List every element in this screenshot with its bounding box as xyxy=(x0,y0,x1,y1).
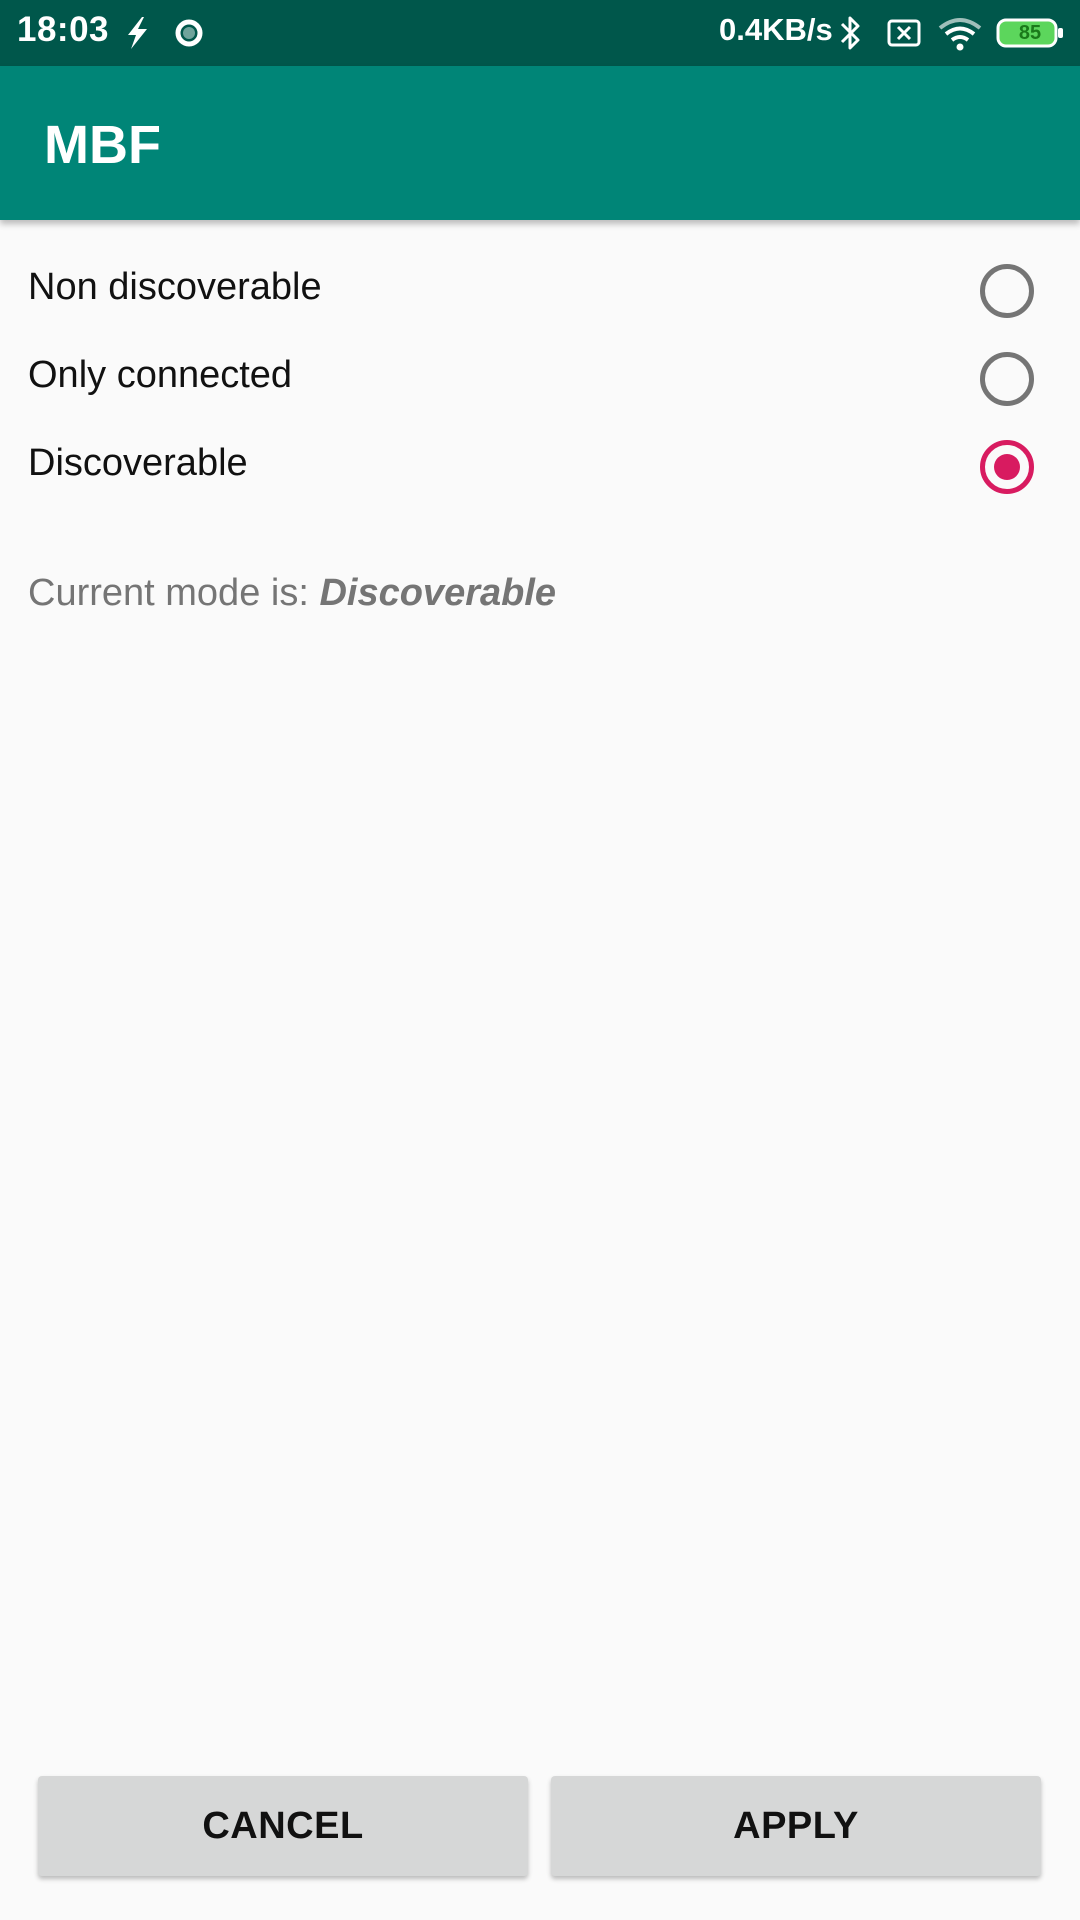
radio-button-checked[interactable] xyxy=(980,440,1034,494)
status-time: 18:03 xyxy=(17,10,110,49)
radio-button[interactable] xyxy=(980,264,1034,318)
option-label: Discoverable xyxy=(28,442,248,484)
sync-ring-icon xyxy=(175,19,203,47)
option-label: Non discoverable xyxy=(28,266,322,308)
option-discoverable[interactable]: Discoverable xyxy=(0,424,1080,512)
no-sim-icon xyxy=(887,19,921,47)
radio-button[interactable] xyxy=(980,352,1034,406)
flash-icon xyxy=(128,17,147,49)
battery-level: 85 xyxy=(1018,22,1042,44)
option-label: Only connected xyxy=(28,354,293,396)
network-speed: 0.4KB/s xyxy=(719,12,833,47)
cancel-button[interactable]: CANCEL xyxy=(38,1776,528,1876)
app-title: MBF xyxy=(44,115,161,175)
apply-button[interactable]: APPLY xyxy=(551,1776,1041,1876)
status-bar: 18:03 0.4KB/s 85 xyxy=(0,0,1080,66)
current-mode-prefix: Current mode is: xyxy=(28,572,320,614)
option-only-connected[interactable]: Only connected xyxy=(0,336,1080,424)
app-bar: MBF xyxy=(0,66,1080,220)
wifi-icon xyxy=(938,18,982,51)
current-mode-value: Discoverable xyxy=(319,572,557,614)
current-mode-text: Current mode is: Discoverable xyxy=(28,572,556,615)
bluetooth-icon xyxy=(840,16,860,50)
screen: 18:03 0.4KB/s 85 MBF Non discoverable On… xyxy=(0,0,1080,1920)
option-non-discoverable[interactable]: Non discoverable xyxy=(0,248,1080,336)
